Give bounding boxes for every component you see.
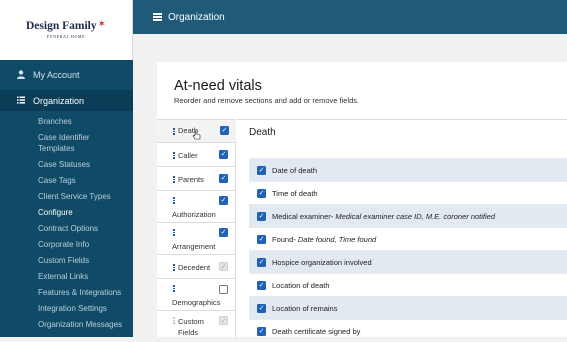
field-checkbox[interactable]: ✓ bbox=[257, 280, 266, 290]
page-title: Organization bbox=[168, 11, 225, 23]
field-label: Hospice organization involved bbox=[272, 257, 372, 267]
drag-handle-icon[interactable] bbox=[173, 317, 175, 325]
sidebar-subitem-case-tags[interactable]: Case Tags bbox=[0, 173, 133, 189]
section-row-parents[interactable]: Parents ✓ bbox=[157, 167, 236, 191]
sidebar-subitem-contract-options[interactable]: Contract Options bbox=[0, 221, 133, 237]
field-checkbox[interactable]: ✓ bbox=[257, 165, 266, 175]
field-label: Death certificate signed by bbox=[272, 326, 361, 336]
drag-handle-icon[interactable] bbox=[173, 128, 175, 136]
field-row[interactable]: ✓ Location of remains bbox=[249, 296, 567, 319]
field-label: Time of death bbox=[272, 188, 318, 198]
section-checkbox[interactable]: ✓ bbox=[219, 174, 228, 183]
sidebar-subitem-features-integrations[interactable]: Features & Integrations bbox=[0, 285, 133, 301]
field-checkbox[interactable]: ✓ bbox=[257, 303, 266, 313]
sidebar-subitem-case-identifier-templates[interactable]: Case Identifier Templates bbox=[0, 130, 98, 157]
field-label: Found bbox=[272, 234, 294, 244]
detail-title: Death bbox=[249, 127, 276, 138]
sidebar-subitem-integration-settings[interactable]: Integration Settings bbox=[0, 301, 133, 317]
sidebar-subitem-external-links[interactable]: External Links bbox=[0, 269, 133, 285]
drag-handle-icon[interactable] bbox=[173, 176, 175, 184]
section-row-death[interactable]: Death ✓ bbox=[157, 120, 236, 143]
sidebar-item-label: My Account bbox=[33, 70, 80, 80]
sidebar: My Account Organization Branches Case Id… bbox=[0, 60, 133, 337]
bird-logo-icon: ✶ bbox=[97, 19, 106, 31]
field-checkbox[interactable]: ✓ bbox=[257, 257, 266, 267]
field-checkbox[interactable]: ✓ bbox=[257, 188, 266, 198]
field-row[interactable]: ✓ Found - Date found, Time found bbox=[249, 227, 567, 250]
drag-handle-icon[interactable] bbox=[173, 197, 175, 205]
field-subfields: - Date found, Time found bbox=[293, 234, 377, 244]
section-row-decedent[interactable]: Decedent ✓ bbox=[157, 255, 236, 279]
field-row[interactable]: ✓ Death certificate signed by bbox=[249, 319, 567, 342]
section-checkbox[interactable] bbox=[219, 285, 228, 294]
field-checkbox[interactable]: ✓ bbox=[257, 234, 266, 244]
user-icon bbox=[17, 69, 27, 81]
sidebar-subitem-case-statuses[interactable]: Case Statuses bbox=[0, 157, 133, 173]
field-row[interactable]: ✓ Location of death bbox=[249, 273, 567, 296]
top-bar: Organization bbox=[133, 0, 567, 34]
field-subfields: - Medical examiner case ID, M.E. coroner… bbox=[330, 211, 496, 221]
list-icon bbox=[17, 96, 27, 106]
logo[interactable]: Design Family ✶ FUNERAL HOME bbox=[0, 0, 133, 60]
section-checkbox[interactable]: ✓ bbox=[219, 150, 228, 159]
sidebar-subitem-custom-fields[interactable]: Custom Fields bbox=[0, 253, 133, 269]
field-checkbox[interactable]: ✓ bbox=[257, 211, 266, 221]
section-row-arrangement[interactable]: Arrangement ✓ bbox=[157, 223, 236, 255]
field-label: Location of remains bbox=[272, 303, 338, 313]
section-label: Arrangement bbox=[172, 242, 216, 251]
section-checkbox[interactable]: ✓ bbox=[219, 196, 228, 205]
drag-handle-icon[interactable] bbox=[173, 229, 175, 237]
drag-handle-icon[interactable] bbox=[173, 152, 175, 160]
field-checkbox[interactable]: ✓ bbox=[257, 326, 266, 336]
sidebar-subitem-configure[interactable]: Configure bbox=[0, 205, 133, 221]
field-row[interactable]: ✓ Date of death bbox=[249, 158, 567, 181]
brand-subtitle: FUNERAL HOME bbox=[46, 33, 86, 39]
vitals-panel: At-need vitals Reorder and remove sectio… bbox=[157, 62, 567, 337]
section-label: Custom Fields bbox=[178, 317, 204, 337]
section-label: Decedent bbox=[178, 263, 211, 272]
section-label: Parents bbox=[178, 175, 204, 184]
drag-handle-icon[interactable] bbox=[173, 285, 175, 293]
section-row-caller[interactable]: Caller ✓ bbox=[157, 143, 236, 167]
sidebar-item-label: Organization bbox=[33, 95, 85, 106]
section-checkbox-disabled: ✓ bbox=[219, 316, 228, 325]
field-label: Medical examiner bbox=[272, 211, 331, 221]
sidebar-subitem-branches[interactable]: Branches bbox=[0, 114, 133, 130]
section-detail: Death ✓ Date of death ✓ Time of death ✓ … bbox=[237, 119, 567, 337]
section-list: Death ✓ Caller ✓ Parents ✓ Authorization… bbox=[157, 119, 236, 337]
field-label: Location of death bbox=[272, 280, 330, 290]
field-row[interactable]: ✓ Time of death bbox=[249, 181, 567, 204]
section-row-custom-fields[interactable]: Custom Fields ✓ bbox=[157, 311, 236, 337]
section-checkbox[interactable]: ✓ bbox=[220, 126, 229, 135]
brand-name: Design Family bbox=[26, 20, 97, 33]
section-row-authorization[interactable]: Authorization ✓ bbox=[157, 191, 236, 223]
field-list: ✓ Date of death ✓ Time of death ✓ Medica… bbox=[249, 158, 567, 342]
sidebar-item-my-account[interactable]: My Account bbox=[0, 60, 133, 90]
section-label: Authorization bbox=[172, 210, 216, 219]
field-row[interactable]: ✓ Medical examiner - Medical examiner ca… bbox=[249, 204, 567, 227]
section-checkbox-disabled: ✓ bbox=[219, 262, 228, 271]
section-label: Caller bbox=[178, 151, 198, 160]
hand-cursor-icon bbox=[192, 130, 201, 140]
section-row-demographics[interactable]: Demographics bbox=[157, 279, 236, 311]
field-label: Date of death bbox=[272, 165, 318, 175]
section-label: Demographics bbox=[172, 298, 221, 307]
sidebar-subitem-corporate-info[interactable]: Corporate Info bbox=[0, 237, 133, 253]
panel-title: At-need vitals bbox=[174, 78, 262, 94]
sidebar-subitem-organization-messages[interactable]: Organization Messages bbox=[0, 317, 133, 333]
menu-icon[interactable] bbox=[153, 12, 162, 23]
sidebar-item-organization[interactable]: Organization bbox=[0, 90, 133, 111]
section-checkbox[interactable]: ✓ bbox=[219, 228, 228, 237]
drag-handle-icon[interactable] bbox=[173, 264, 175, 272]
field-row[interactable]: ✓ Hospice organization involved bbox=[249, 250, 567, 273]
panel-description: Reorder and remove sections and add or r… bbox=[174, 96, 360, 105]
sidebar-subitem-client-service-types[interactable]: Client Service Types bbox=[0, 189, 133, 205]
